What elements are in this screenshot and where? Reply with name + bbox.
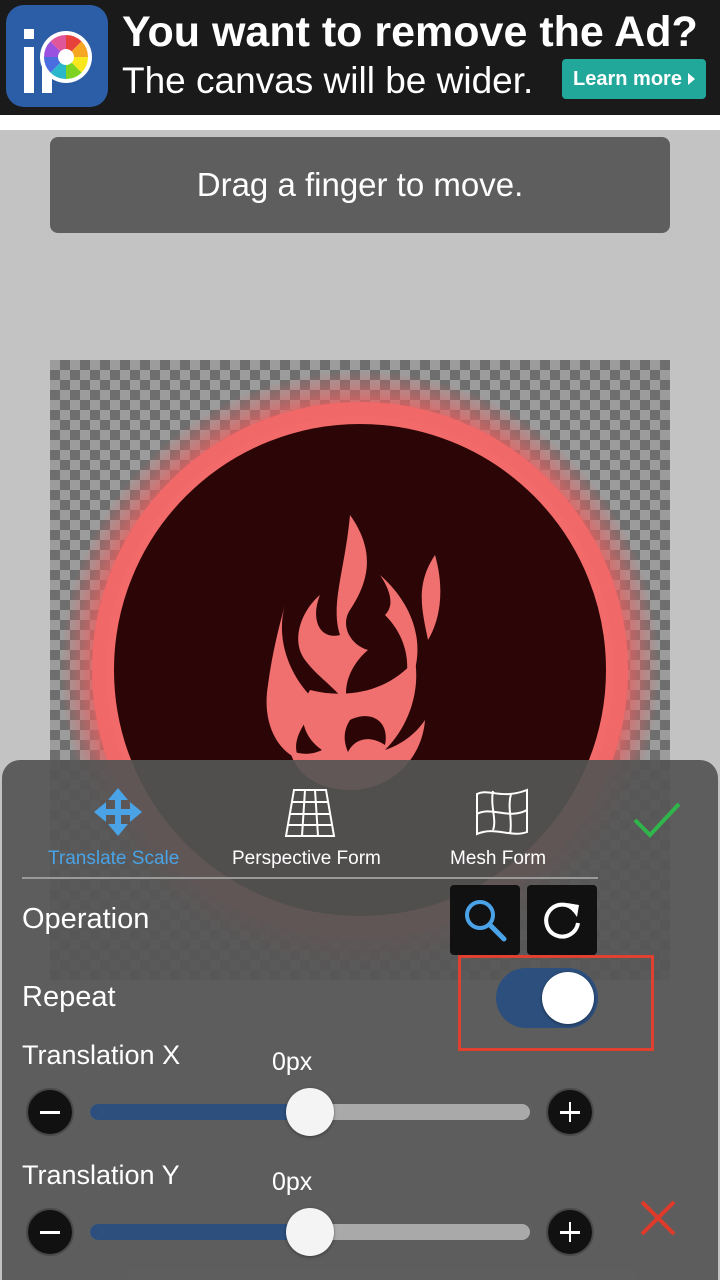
ad-banner[interactable]: You want to remove the Ad? The canvas wi… [0, 0, 720, 112]
rotate-reset-icon [544, 902, 580, 939]
ibispaint-logo [6, 5, 108, 107]
translation-x-plus-button[interactable] [546, 1088, 594, 1136]
translation-x-value: 0px [272, 1048, 313, 1076]
play-arrow-icon [687, 73, 695, 85]
mesh-grid-icon[interactable] [475, 786, 529, 842]
translation-y-label: Translation Y [22, 1160, 180, 1190]
translation-y-thumb[interactable] [286, 1208, 334, 1256]
zoom-button[interactable] [450, 885, 520, 955]
slider-fill [90, 1224, 310, 1240]
checkmark-icon[interactable] [632, 800, 682, 844]
translation-x-thumb[interactable] [286, 1088, 334, 1136]
rotate-reset-button[interactable] [527, 885, 597, 955]
tab-translate-scale[interactable]: Translate Scale [48, 848, 179, 870]
toast-message: Drag a finger to move. [196, 166, 524, 203]
ad-title: You want to remove the Ad? [122, 8, 698, 56]
learn-more-button[interactable]: Learn more [562, 59, 706, 99]
minus-icon [40, 1111, 60, 1114]
translation-x-minus-button[interactable] [26, 1088, 74, 1136]
x-icon[interactable] [640, 1200, 676, 1240]
highlight-box [458, 955, 654, 1051]
translation-x-label: Translation X [22, 1040, 181, 1070]
tab-mesh-form[interactable]: Mesh Form [450, 848, 546, 870]
instruction-toast: Drag a finger to move. [50, 137, 670, 233]
zoom-icon [465, 900, 507, 942]
ad-subtitle: The canvas will be wider. [122, 60, 534, 101]
translation-y-plus-button[interactable] [546, 1208, 594, 1256]
slider-fill [90, 1104, 310, 1120]
learn-more-label: Learn more [573, 67, 682, 90]
tab-perspective-form[interactable]: Perspective Form [232, 848, 381, 870]
minus-icon [40, 1231, 60, 1234]
ad-divider [0, 112, 720, 130]
operation-label: Operation [22, 903, 150, 935]
translation-y-value: 0px [272, 1168, 313, 1196]
repeat-label: Repeat [22, 981, 116, 1013]
tab-divider [22, 877, 598, 879]
move-arrows-icon[interactable] [92, 786, 144, 842]
perspective-grid-icon[interactable] [284, 786, 336, 842]
translation-y-minus-button[interactable] [26, 1208, 74, 1256]
